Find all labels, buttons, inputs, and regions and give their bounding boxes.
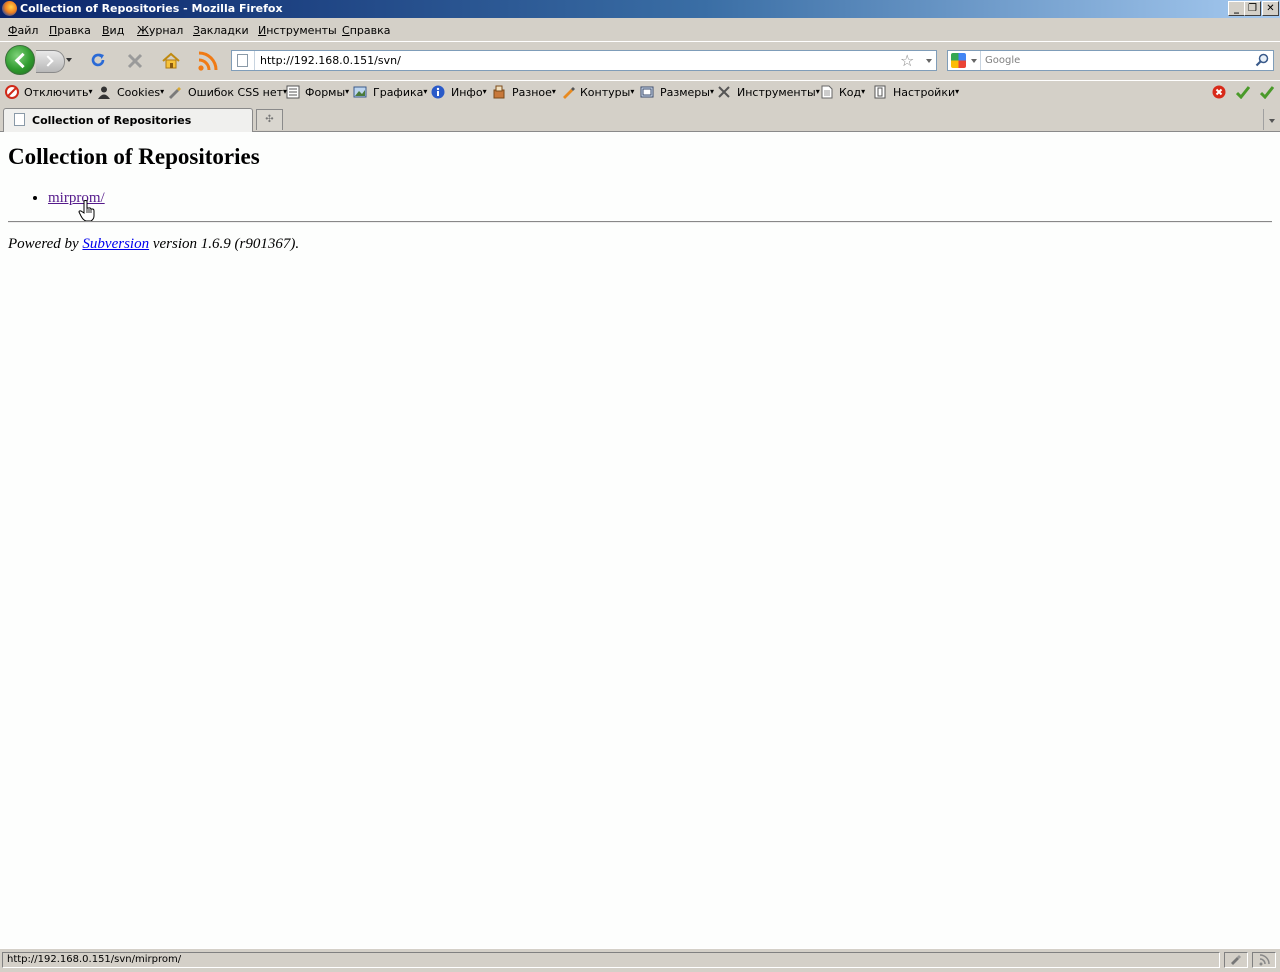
menu-help[interactable]: Справка — [342, 24, 390, 37]
search-bar[interactable]: Google — [947, 50, 1274, 71]
devbar-images[interactable]: Графика▾ — [373, 86, 427, 99]
devbar-resize[interactable]: Размеры▾ — [660, 86, 714, 99]
google-icon[interactable] — [951, 53, 966, 68]
error-icon[interactable] — [1212, 85, 1226, 99]
web-developer-toolbar: Отключить▾ Cookies▾ Ошибок CSS нет▾ Форм… — [0, 80, 1280, 105]
restore-button[interactable]: ❐ — [1244, 1, 1261, 16]
js-valid-check-icon[interactable] — [1260, 85, 1274, 99]
devbar-misc[interactable]: Разное▾ — [512, 86, 556, 99]
menu-bar: Файл Правка Вид Журнал Закладки Инструме… — [0, 18, 1280, 41]
devbar-tools[interactable]: Инструменты▾ — [737, 86, 820, 99]
tab-collection-of-repositories[interactable]: Collection of Repositories — [3, 108, 253, 132]
search-icon[interactable] — [1255, 53, 1269, 67]
css-pencil-icon — [169, 87, 181, 99]
stop-icon[interactable] — [126, 52, 144, 70]
images-icon — [353, 86, 367, 98]
footer-divider — [8, 221, 1272, 223]
devbar-css[interactable]: Ошибок CSS нет▾ — [188, 86, 287, 99]
css-valid-check-icon[interactable] — [1236, 85, 1250, 99]
feed-status-icon[interactable] — [1252, 952, 1276, 968]
search-separator — [980, 51, 981, 70]
status-bar: http://192.168.0.151/svn/mirprom/ — [0, 948, 1280, 972]
devbar-disable[interactable]: Отключить▾ — [24, 86, 93, 99]
rss-icon[interactable] — [197, 50, 219, 72]
devbar-info[interactable]: Инфо▾ — [451, 86, 487, 99]
url-dropdown-icon[interactable] — [926, 59, 932, 63]
devbar-outline[interactable]: Контуры▾ — [580, 86, 634, 99]
minimize-button[interactable]: _ — [1228, 1, 1245, 16]
source-icon — [821, 85, 833, 99]
firefox-logo-icon — [2, 1, 17, 16]
tab-list-dropdown-icon[interactable] — [1263, 109, 1280, 130]
outline-pencil-icon — [563, 87, 575, 99]
menu-file[interactable]: Файл — [8, 24, 38, 37]
close-window-button[interactable]: ✕ — [1262, 1, 1279, 16]
hand-cursor-icon — [78, 200, 95, 222]
devbar-forms[interactable]: Формы▾ — [305, 86, 349, 99]
options-icon — [874, 85, 886, 99]
home-icon[interactable] — [162, 52, 180, 70]
footer-text: Powered by Subversion version 1.6.9 (r90… — [8, 236, 300, 252]
window-title: Collection of Repositories - Mozilla Fir… — [20, 2, 283, 15]
page-icon — [237, 54, 248, 67]
devbar-cookies[interactable]: Cookies▾ — [117, 86, 164, 99]
tools-icon — [718, 86, 730, 98]
menu-edit[interactable]: Правка — [49, 24, 91, 37]
page-icon — [14, 113, 25, 126]
status-text: http://192.168.0.151/svn/mirprom/ — [2, 952, 1220, 968]
repository-link-mirprom[interactable]: mirprom/ — [48, 190, 105, 206]
menu-view[interactable]: Вид — [102, 24, 124, 37]
menu-history[interactable]: Журнал — [137, 24, 183, 37]
history-dropdown-icon[interactable] — [66, 58, 72, 62]
url-separator — [254, 51, 255, 70]
devbar-source[interactable]: Код▾ — [839, 86, 865, 99]
back-icon[interactable] — [5, 45, 35, 75]
reload-icon[interactable] — [90, 52, 106, 68]
disable-icon — [5, 85, 19, 99]
url-text[interactable]: http://192.168.0.151/svn/ — [260, 54, 401, 67]
url-bar[interactable]: http://192.168.0.151/svn/ ☆ — [231, 50, 937, 71]
misc-icon — [493, 85, 505, 99]
cookie-user-icon — [98, 86, 110, 99]
menu-bookmarks[interactable]: Закладки — [193, 24, 249, 37]
devbar-options[interactable]: Настройки▾ — [893, 86, 959, 99]
search-engine-dropdown-icon[interactable] — [971, 59, 977, 63]
resize-icon — [640, 86, 654, 98]
menu-tools[interactable]: Инструменты — [258, 24, 337, 37]
bookmark-star-icon[interactable]: ☆ — [900, 51, 914, 70]
new-tab-button[interactable]: ✣ — [256, 109, 283, 130]
forward-icon[interactable] — [36, 50, 65, 73]
page-content: Collection of Repositories mirprom/ Powe… — [0, 132, 1280, 948]
navigation-toolbar: http://192.168.0.151/svn/ ☆ Google — [0, 41, 1280, 80]
info-icon — [431, 85, 445, 99]
search-input[interactable]: Google — [985, 55, 1020, 66]
subversion-link[interactable]: Subversion — [82, 236, 149, 252]
list-item: mirprom/ — [48, 190, 105, 207]
forms-icon — [286, 85, 300, 99]
addon-status-icon[interactable] — [1224, 952, 1248, 968]
page-heading: Collection of Repositories — [8, 144, 260, 169]
tab-label: Collection of Repositories — [32, 114, 192, 127]
title-bar: Collection of Repositories - Mozilla Fir… — [0, 0, 1280, 18]
tab-strip: Collection of Repositories ✣ — [0, 105, 1280, 132]
